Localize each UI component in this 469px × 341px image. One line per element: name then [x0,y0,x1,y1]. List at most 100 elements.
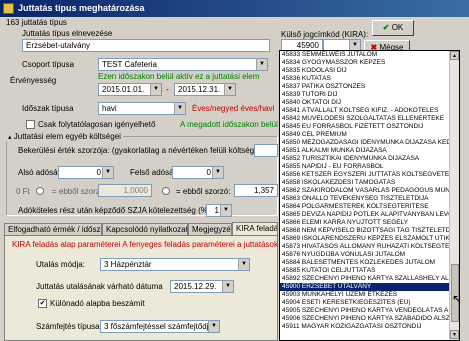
period-label: Időszak típusa [22,104,74,113]
transfer-mode-select[interactable]: 3 Házpénztár ▼ [100,258,250,271]
dropdown-item[interactable]: 45852 TURISZTIKAI IDÉNYMUNKA DÍJAZÁSA [280,155,459,163]
chevron-down-icon[interactable]: ▼ [220,205,231,216]
tab-accepted-coins[interactable]: Elfogadható érmék / időszak [4,223,102,235]
kira-info: KIRA feladás alap paraméterei A fenyeges… [12,240,278,249]
dropdown-item[interactable]: 45869 ISKOLARENDSZERŰ KÉPZÉS ELSZÁMOLT U… [280,235,459,243]
other-costs-legend: ▴ Juttatási elem egyéb költségei [6,132,123,141]
window-titlebar: Juttatás típus meghatározása [0,0,469,17]
dropdown-item[interactable]: 45864 POLGÁRMESTERÉK KÖLTSÉGTÉRÍTÉSE [280,203,459,211]
scroll-up-icon[interactable]: ▲ [450,51,459,60]
date-separator: - [166,85,169,94]
dropdown-item[interactable]: 45833 SEMMELWEIS JUTALOM [280,51,459,59]
separate-checkbox[interactable]: ✔ [38,299,47,308]
ext-code-label: Külső jogcímkód (KIRA): [281,30,369,39]
continuous-checkbox[interactable] [26,120,35,129]
accounting-select[interactable]: 3 főszámfejtéssel számfejtődjön ▼ [100,320,220,333]
chevron-down-icon[interactable]: ▼ [208,321,219,332]
dropdown-item[interactable]: 45855 NAPIDÍJ - EU FORRÁSBÓL [280,163,459,171]
of-which-input-2[interactable]: 1,357 [234,184,278,197]
dropdown-item[interactable]: 45885 KUTATÓI CÉLJUTTATÁS [280,267,459,275]
share-label: Adóköteles rész után képződő SZJA kötele… [18,206,227,215]
name-input[interactable]: Erzsébet-utalvány [22,39,270,52]
ext-code-dropdown-list[interactable]: 45833 SEMMELWEIS JUTALOM 45834 GYÓGYMASSZ… [279,50,460,341]
accounting-label: Számfejtés típusa: [36,322,102,331]
period-note: Éves/negyed éves/havi [192,104,275,113]
first-date-input[interactable]: 2015.12.29. ▼ [170,280,234,293]
multiplier-label: Bekerülési érték szorzója: (gyakorlatila… [18,146,254,155]
dropdown-item[interactable]: 45866 ELEMI KÁRRA NYÚJTOTT SEGÉLY [280,219,459,227]
multiplier-input[interactable] [254,144,278,157]
dropdown-item[interactable]: 45900 ERZSÉBET UTALVÁNY [280,283,459,291]
check-icon: ✔ [382,23,390,32]
dropdown-item[interactable]: 45884 BALESETMENTES KÖZLEKEDÉS JUTALOM [280,259,459,267]
first-date-label: Juttatás utalásának várható dátuma [36,282,163,291]
dropdown-item[interactable]: 45842 MŰVELŐDÉSI SZOLGÁLTATÁS ELLENÉRTÉK… [280,115,459,123]
dropdown-item[interactable]: 45840 OKTATÓI DÍJ [280,99,459,107]
window-title: Juttatás típus meghatározása [18,3,145,13]
radio-upper[interactable] [162,187,170,195]
dropdown-item[interactable]: 45856 KÉTSZER EGYSZERI JUTTATÁS KÖLTSÉGV… [280,171,459,179]
chevron-up-icon[interactable]: ▴ [8,134,12,141]
dropdown-item[interactable]: 45836 KUTATÁS [280,75,459,83]
validity-label: Érvényesség [10,76,57,85]
lower-tax-label: Alsó adósáv: [18,168,64,177]
dropdown-item[interactable]: 45851 ALKALMI MUNKA DÍJAZÁSA [280,147,459,155]
chevron-down-icon[interactable]: ▼ [212,167,223,178]
dropdown-item[interactable]: 45873 HIVATÁSOS ÁLLOMÁNY RUHÁZATI KÖLTSÉ… [280,243,459,251]
dropdown-item[interactable]: 45862 SZAKIRODALOM VÁSÁRLÁS PEDAGÓGUS MU… [280,187,459,195]
chevron-down-icon[interactable]: ▼ [238,259,249,270]
period-select[interactable]: havi ▼ [98,102,186,115]
dropdown-item[interactable]: 45904 ESETI KÉRESETKIEGÉSZÍTÉS (EÜ) [280,299,459,307]
chevron-down-icon[interactable]: ▼ [256,59,267,70]
upper-tax-select[interactable]: 0 ▼ [172,166,224,179]
dropdown-item[interactable]: 45834 GYÓGYMASSZŐR KÉPZÉS [280,59,459,67]
share-select[interactable]: 1 ▼ [206,204,232,217]
of-which-label-2: = ebből szorzó: [176,187,231,196]
dropdown-item[interactable]: 45876 NYUGDÍJBA VONULÁSI JUTALOM [280,251,459,259]
date-from-input[interactable]: 2015.01.01. ▼ [98,83,162,96]
dropdown-item[interactable]: 45906 SZÉCHENYI PIHENŐ KÁRTYA SZABADIDŐ … [280,315,459,323]
chevron-down-icon[interactable]: ▼ [150,84,161,95]
continuous-label: Csak folytatólagosan igényelhető [38,120,156,129]
dropdown-item[interactable]: 45868 NEM KÉPVISELŐ BIZOTTSÁGI TAG TISZT… [280,227,459,235]
name-label: Juttatás típus elnevezése [22,29,113,38]
app-icon [3,3,14,14]
of-which-input-1[interactable]: 1,0000 [98,184,152,197]
dropdown-item[interactable]: 45845 EU FORRÁSBÓL FIZETETT ÖSZTÖNDÍJ [280,123,459,131]
validity-note: Ezen időszakon belül aktív ez a juttatás… [98,72,260,81]
dropdown-item[interactable]: 45850 MEZŐGAZDASÁGI IDÉNYMUNKA DÍJAZÁSA … [280,139,459,147]
group-label: Csoport típusa [22,60,75,69]
dropdown-item[interactable]: 45865 DEVIZA NAPIDÍJ PÓTLÉK ALAPÍTVÁNYBA… [280,211,459,219]
continuous-note: A megadott időszakon belül nem lehet kih… [180,120,278,129]
mouse-cursor-icon: ↖ [452,292,463,306]
tab-declarations[interactable]: Kapcsolódó nyilatkozatok [102,223,188,235]
dropdown-item[interactable]: 45905 SZÉCHENYI PIHENŐ KÁRTYA VENDÉGLÁTÁ… [280,307,459,315]
dropdown-item[interactable]: 45863 ÖNÁLLÓ TEVÉKENYSÉG TISZTELETDÍJA [280,195,459,203]
dropdown-item[interactable]: 45835 KODOLÁSI DÍJ [280,67,459,75]
chevron-down-icon[interactable]: ▼ [102,167,113,178]
dropdown-item[interactable]: 45839 TUTORI DÍJ [280,91,459,99]
ft-label: 0 Ft [16,187,30,196]
tab-notes[interactable]: Megjegyzés [188,223,232,235]
lower-tax-select[interactable]: 0 ▼ [58,166,114,179]
dropdown-items: 45833 SEMMELWEIS JUTALOM 45834 GYÓGYMASSZ… [280,51,459,331]
record-code: 163 juttatás típus [6,18,67,27]
chevron-down-icon[interactable]: ▼ [224,84,235,95]
date-to-input[interactable]: 2015.12.31. ▼ [174,83,236,96]
radio-lower[interactable] [36,187,44,195]
group-select[interactable]: TEST Cafeteria ▼ [98,58,268,71]
dropdown-item[interactable]: 45903 MUNKAHELYI ÜZEMI ÉTKEZÉS [280,291,459,299]
chevron-down-icon[interactable]: ▼ [174,103,185,114]
chevron-down-icon[interactable]: ▼ [222,281,233,292]
tab-kira[interactable]: KIRA feladás [232,222,278,235]
dropdown-item[interactable]: 45849 CÉL PRÉMIUM [280,131,459,139]
transfer-mode-label: Utalás módja: [36,260,85,269]
dropdown-item[interactable]: 45837 PATIKA ÖSZTÖNZÉS [280,83,459,91]
dropdown-item[interactable]: 45841 ÁTVÁLLALT KÖLTSÉG KIFIZ. - ADÓKÖTE… [280,107,459,115]
dropdown-item[interactable]: 45858 ISKOLAKEZDÉSI TÁMOGATÁS [280,179,459,187]
scroll-down-icon[interactable]: ▼ [450,330,459,339]
dropdown-item[interactable]: 45911 MAGYAR KÖZIGAZGATÁSI ÖSZTÖNDÍJ [280,323,459,331]
ok-button[interactable]: ✔ OK [372,20,414,36]
separate-label: Különadó alapba beszámít [50,299,145,308]
dropdown-item[interactable]: 45892 SZÉCHENYI PIHENŐ KÁRTYA SZÁLLÁSHEL… [280,275,459,283]
